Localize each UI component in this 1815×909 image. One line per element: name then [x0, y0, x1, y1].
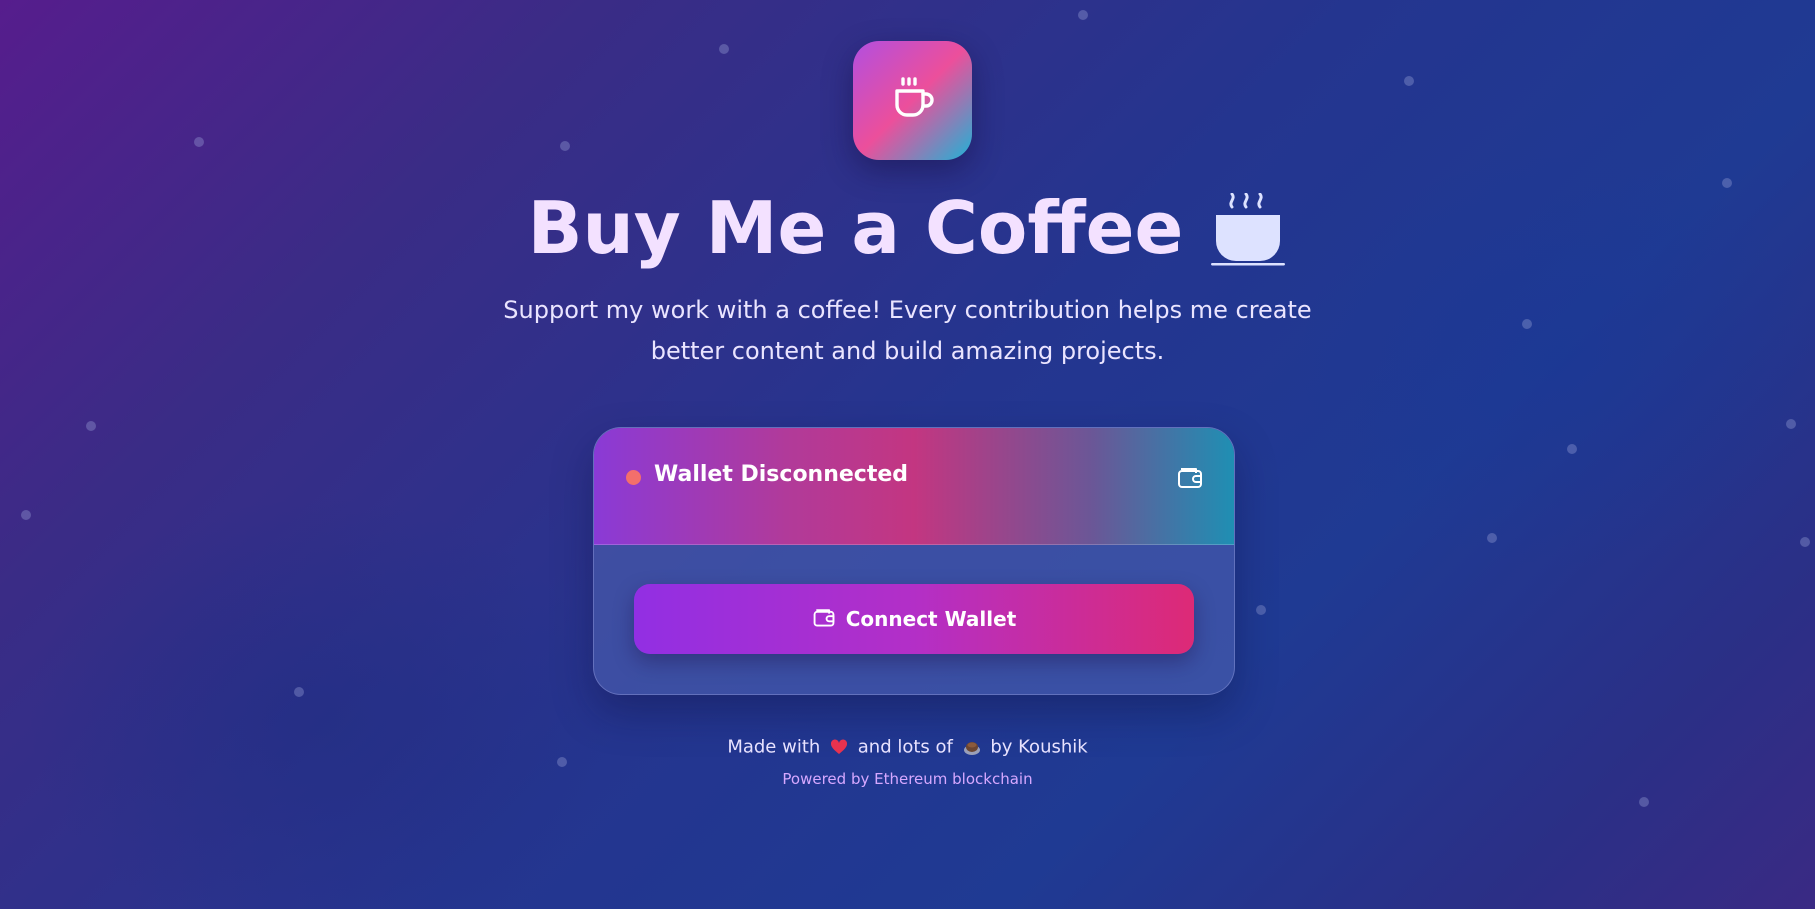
- coffee-cup-icon: [889, 75, 937, 127]
- page-title-text: Buy Me a Coffee: [527, 186, 1184, 270]
- background-dot: [1786, 419, 1796, 429]
- connect-wallet-label: Connect Wallet: [845, 607, 1017, 631]
- footer-made-with: Made with: [727, 736, 821, 758]
- background-dot: [719, 44, 729, 54]
- background-dot: [1487, 533, 1497, 543]
- background-dot: [86, 421, 96, 431]
- coffee-emoji-icon: [963, 738, 981, 756]
- background-dot: [1800, 537, 1810, 547]
- wallet-icon: [812, 605, 836, 634]
- status-indicator-dot: [626, 470, 641, 485]
- connect-wallet-button[interactable]: Connect Wallet: [634, 584, 1194, 654]
- background-dot: [1256, 605, 1266, 615]
- background-dot: [1522, 319, 1532, 329]
- background-dot: [1078, 10, 1088, 20]
- wallet-icon: [1176, 463, 1204, 495]
- background-dot: [560, 141, 570, 151]
- background-dot: [21, 510, 31, 520]
- hot-beverage-icon: [1211, 192, 1287, 284]
- background-dot: [1404, 76, 1414, 86]
- footer-and-lots-of: and lots of: [857, 736, 953, 758]
- background-dot: [194, 137, 204, 147]
- page-title: Buy Me a Coffee: [0, 186, 1815, 284]
- background-dot: [294, 687, 304, 697]
- footer-credit: Made with and lots of by Koushik: [0, 736, 1815, 758]
- background-dot: [557, 757, 567, 767]
- wallet-card-header: Wallet Disconnected: [594, 428, 1234, 545]
- logo-tile: [853, 41, 972, 160]
- footer-author: by Koushik: [990, 736, 1088, 758]
- powered-by-text: Powered by Ethereum blockchain: [782, 770, 1033, 788]
- wallet-card: Wallet Disconnected Connect Wallet: [593, 427, 1235, 695]
- page-subtitle: Support my work with a coffee! Every con…: [503, 296, 1312, 365]
- wallet-status-label: Wallet Disconnected: [654, 462, 909, 487]
- background-dot: [1567, 444, 1577, 454]
- background-dot: [1639, 797, 1649, 807]
- red-heart-icon: [830, 739, 848, 755]
